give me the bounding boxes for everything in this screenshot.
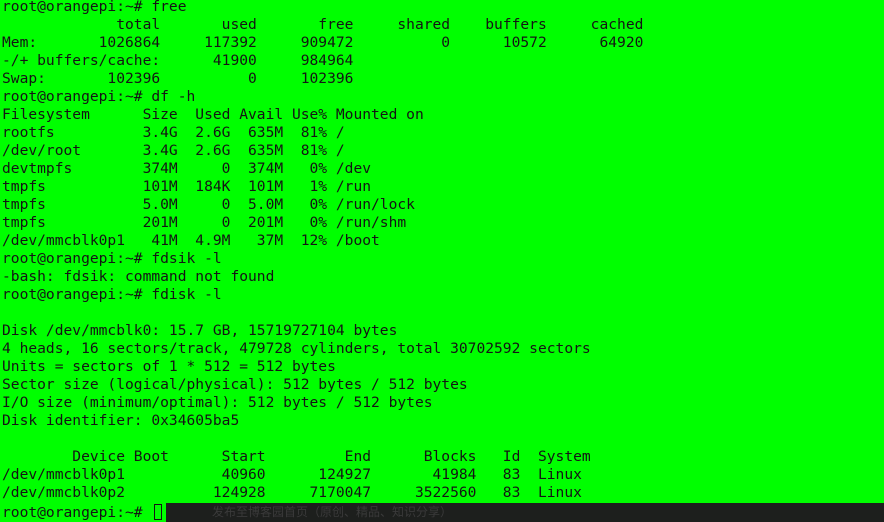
terminal-line: Disk identifier: 0x34605ba5 — [2, 412, 240, 429]
terminal-line: Device Boot Start End Blocks Id System — [2, 448, 591, 465]
terminal-line: Swap: 102396 0 102396 — [2, 70, 354, 87]
active-prompt[interactable]: root@orangepi:~# — [0, 503, 166, 522]
terminal-line: tmpfs 201M 0 201M 0% /run/shm — [2, 214, 407, 231]
terminal-line: I/O size (minimum/optimal): 512 bytes / … — [2, 394, 433, 411]
terminal-line: Mem: 1026864 117392 909472 0 10572 64920 — [2, 34, 644, 51]
terminal-line: tmpfs 5.0M 0 5.0M 0% /run/lock — [2, 196, 415, 213]
terminal-line: -/+ buffers/cache: 41900 984964 — [2, 52, 354, 69]
terminal-line: rootfs 3.4G 2.6G 635M 81% / — [2, 124, 345, 141]
terminal-line: 4 heads, 16 sectors/track, 479728 cylind… — [2, 340, 591, 357]
ghost-overlay-text: 发布至博客园首页（原创、精品、知识分享） — [212, 505, 453, 519]
terminal-line: root@orangepi:~# free — [2, 0, 187, 15]
terminal-window[interactable]: root@orangepi:~# free total used free sh… — [0, 0, 884, 522]
terminal-line: /dev/mmcblk0p1 41M 4.9M 37M 12% /boot — [2, 232, 380, 249]
terminal-line: devtmpfs 374M 0 374M 0% /dev — [2, 160, 372, 177]
terminal-line: -bash: fdsik: command not found — [2, 268, 275, 285]
terminal-line: Disk /dev/mmcblk0: 15.7 GB, 15719727104 … — [2, 322, 398, 339]
text-cursor — [154, 504, 162, 520]
terminal-output: root@orangepi:~# free total used free sh… — [2, 0, 643, 502]
terminal-line: /dev/mmcblk0p2 124928 7170047 3522560 83… — [2, 484, 582, 501]
terminal-line: total used free shared buffers cached — [2, 16, 644, 33]
terminal-line: root@orangepi:~# fdisk -l — [2, 286, 222, 303]
terminal-line: Filesystem Size Used Avail Use% Mounted … — [2, 106, 424, 123]
terminal-line: Units = sectors of 1 * 512 = 512 bytes — [2, 358, 336, 375]
terminal-line: /dev/mmcblk0p1 40960 124927 41984 83 Lin… — [2, 466, 582, 483]
terminal-line: tmpfs 101M 184K 101M 1% /run — [2, 178, 372, 195]
terminal-line: /dev/root 3.4G 2.6G 635M 81% / — [2, 142, 345, 159]
terminal-line: root@orangepi:~# df -h — [2, 88, 196, 105]
terminal-line: root@orangepi:~# fdsik -l — [2, 250, 222, 267]
bottom-input-bar[interactable]: 发布至博客园首页（原创、精品、知识分享） root@orangepi:~# — [0, 503, 884, 522]
terminal-line: Sector size (logical/physical): 512 byte… — [2, 376, 468, 393]
